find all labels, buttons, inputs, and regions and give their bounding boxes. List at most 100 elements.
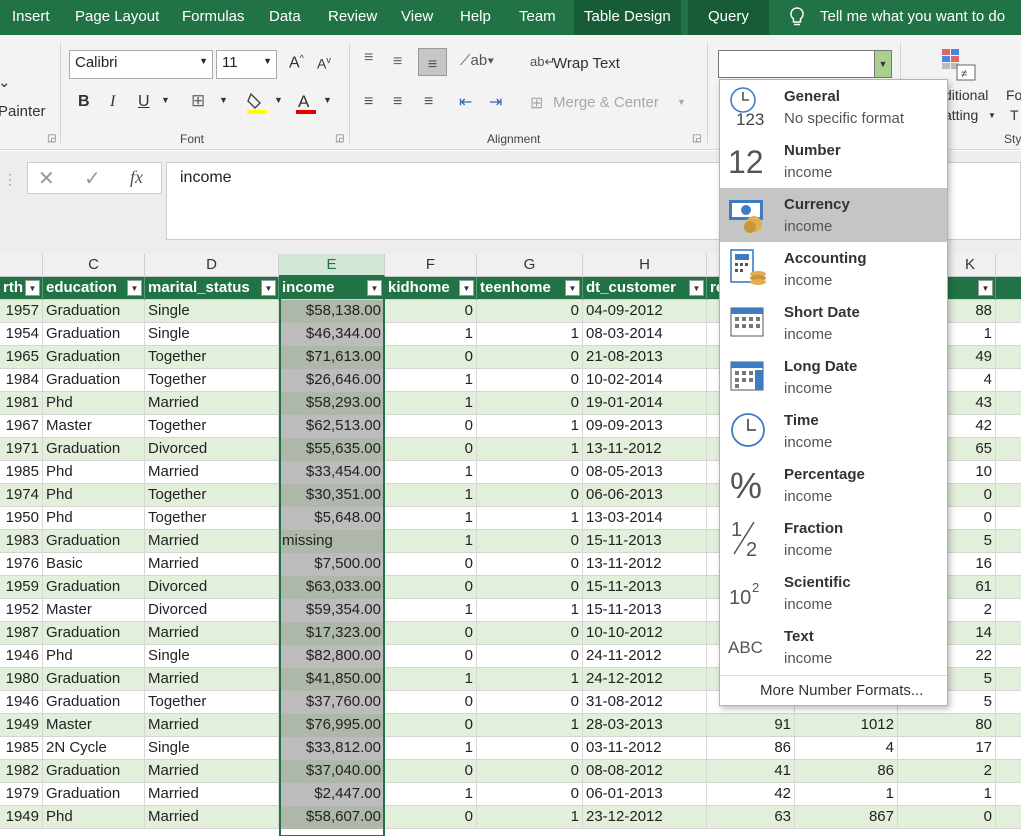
table-cell[interactable]: 0 xyxy=(385,806,477,829)
column-header[interactable]: F xyxy=(385,254,477,277)
filter-dropdown-icon[interactable]: ▼ xyxy=(565,280,580,296)
table-cell[interactable]: 1 xyxy=(385,737,477,760)
tab-view[interactable]: View xyxy=(401,0,433,35)
table-cell[interactable]: $82,800.00 xyxy=(279,645,385,668)
table-cell[interactable]: 0 xyxy=(385,415,477,438)
table-cell[interactable]: 0 xyxy=(385,645,477,668)
table-cell[interactable]: Master xyxy=(43,415,145,438)
table-cell[interactable]: 1982 xyxy=(0,760,43,783)
table-cell[interactable]: 1981 xyxy=(0,392,43,415)
table-cell[interactable]: Graduation xyxy=(43,760,145,783)
table-cell[interactable]: $33,454.00 xyxy=(279,461,385,484)
table-cell[interactable]: 1012 xyxy=(795,714,898,737)
table-cell[interactable]: Married xyxy=(145,760,279,783)
table-cell[interactable]: Phd xyxy=(43,645,145,668)
table-cell[interactable]: 0 xyxy=(477,484,583,507)
table-cell[interactable]: Together xyxy=(145,346,279,369)
number-format-dropdown-button[interactable]: ▼ xyxy=(874,51,891,77)
table-cell[interactable]: 0 xyxy=(385,346,477,369)
table-cell[interactable]: 0 xyxy=(385,576,477,599)
borders-icon[interactable]: ⊞ xyxy=(191,91,205,111)
table-cell[interactable]: 86 xyxy=(707,737,795,760)
column-header[interactable]: H xyxy=(583,254,707,277)
table-cell[interactable]: Phd xyxy=(43,484,145,507)
table-cell[interactable]: 08-08-2012 xyxy=(583,760,707,783)
table-cell[interactable]: 1979 xyxy=(0,783,43,806)
table-cell[interactable]: Single xyxy=(145,300,279,323)
table-header-cell[interactable]: marital_status ▼ xyxy=(145,277,279,300)
table-cell[interactable]: $26,646.00 xyxy=(279,369,385,392)
table-header-cell[interactable]: teenhome ▼ xyxy=(477,277,583,300)
table-cell[interactable]: 867 xyxy=(795,806,898,829)
column-header[interactable]: G xyxy=(477,254,583,277)
table-cell[interactable]: Graduation xyxy=(43,783,145,806)
table-cell[interactable]: 03-11-2012 xyxy=(583,737,707,760)
table-cell[interactable]: Graduation xyxy=(43,300,145,323)
table-cell[interactable]: 08-05-2013 xyxy=(583,461,707,484)
column-header[interactable] xyxy=(0,254,43,277)
table-cell[interactable]: 1 xyxy=(385,507,477,530)
table-cell[interactable]: 1 xyxy=(385,668,477,691)
table-cell[interactable]: Graduation xyxy=(43,438,145,461)
cancel-icon[interactable]: ✕ xyxy=(38,166,55,191)
table-cell[interactable]: $55,635.00 xyxy=(279,438,385,461)
table-cell[interactable]: 1959 xyxy=(0,576,43,599)
column-header[interactable]: C xyxy=(43,254,145,277)
table-cell[interactable]: Graduation xyxy=(43,576,145,599)
table-cell[interactable]: $58,138.00 xyxy=(279,300,385,323)
table-cell[interactable]: 0 xyxy=(385,553,477,576)
table-cell[interactable]: $58,293.00 xyxy=(279,392,385,415)
table-cell[interactable]: 0 xyxy=(477,576,583,599)
table-cell[interactable]: Graduation xyxy=(43,346,145,369)
table-cell[interactable]: 1954 xyxy=(0,323,43,346)
table-cell[interactable]: Master xyxy=(43,714,145,737)
table-cell[interactable]: 1949 xyxy=(0,806,43,829)
table-cell[interactable]: Married xyxy=(145,461,279,484)
table-cell[interactable]: 41 xyxy=(707,760,795,783)
conditional-formatting-label[interactable]: ditional xyxy=(944,87,988,103)
table-cell[interactable]: Married xyxy=(145,392,279,415)
format-option-time[interactable]: Time income xyxy=(720,404,947,458)
table-cell[interactable]: 1 xyxy=(898,783,996,806)
table-cell[interactable]: 0 xyxy=(477,346,583,369)
table-cell[interactable]: 1976 xyxy=(0,553,43,576)
table-cell[interactable]: 0 xyxy=(385,622,477,645)
table-cell[interactable]: Married xyxy=(145,783,279,806)
format-option-accounting[interactable]: Accounting income xyxy=(720,242,947,296)
table-cell[interactable]: 0 xyxy=(477,369,583,392)
align-middle-icon[interactable]: ≡ xyxy=(393,53,402,71)
tab-team[interactable]: Team xyxy=(519,0,556,35)
decrease-font-icon[interactable]: Av xyxy=(317,55,331,72)
table-cell[interactable]: $59,354.00 xyxy=(279,599,385,622)
align-bottom-button[interactable]: ≡ xyxy=(418,48,447,76)
table-cell[interactable]: 0 xyxy=(385,760,477,783)
table-cell[interactable]: Graduation xyxy=(43,530,145,553)
table-cell[interactable]: 10-10-2012 xyxy=(583,622,707,645)
chevron-down-icon[interactable]: ▼ xyxy=(988,111,996,120)
tab-page-layout[interactable]: Page Layout xyxy=(75,0,159,35)
table-cell[interactable]: 06-06-2013 xyxy=(583,484,707,507)
table-cell[interactable]: 15-11-2013 xyxy=(583,599,707,622)
table-cell[interactable]: 0 xyxy=(385,714,477,737)
table-cell[interactable]: Married xyxy=(145,530,279,553)
drag-handle-icon[interactable]: ⋮ xyxy=(3,171,17,188)
table-cell[interactable]: $76,995.00 xyxy=(279,714,385,737)
table-cell[interactable]: 1 xyxy=(477,415,583,438)
table-cell[interactable]: Married xyxy=(145,806,279,829)
table-cell[interactable]: 15-11-2013 xyxy=(583,530,707,553)
table-cell[interactable]: 1946 xyxy=(0,645,43,668)
table-cell[interactable]: 1949 xyxy=(0,714,43,737)
table-cell[interactable]: Phd xyxy=(43,461,145,484)
table-cell[interactable]: 1 xyxy=(477,599,583,622)
table-header-cell[interactable]: rth ▼ xyxy=(0,277,43,300)
table-cell[interactable]: 42 xyxy=(707,783,795,806)
font-size-select[interactable]: 11 ▼ xyxy=(216,50,277,79)
table-cell[interactable]: Phd xyxy=(43,392,145,415)
table-cell[interactable]: 13-11-2012 xyxy=(583,438,707,461)
table-cell[interactable]: 0 xyxy=(477,530,583,553)
table-cell[interactable]: 21-08-2013 xyxy=(583,346,707,369)
table-cell[interactable]: 0 xyxy=(477,553,583,576)
table-cell[interactable]: Single xyxy=(145,323,279,346)
table-cell[interactable]: 0 xyxy=(477,691,583,714)
table-cell[interactable]: 4 xyxy=(795,737,898,760)
